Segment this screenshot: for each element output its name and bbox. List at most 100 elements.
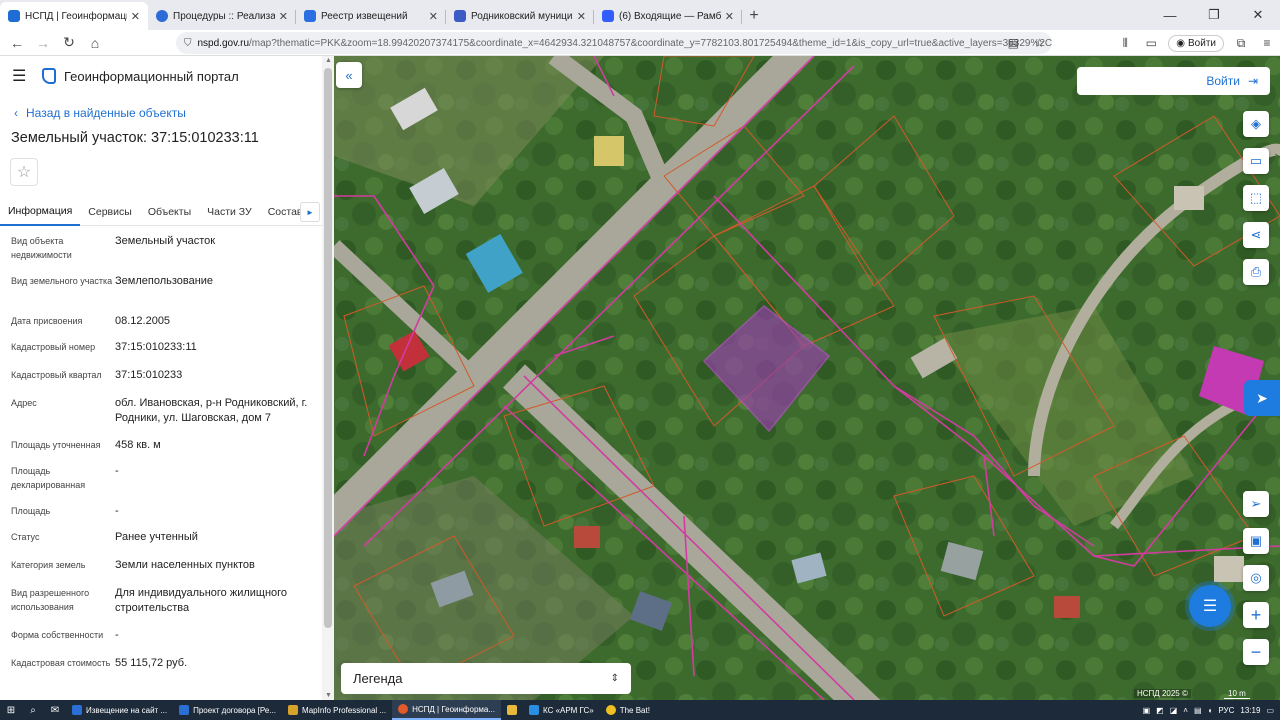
- back-to-results-link[interactable]: ‹ Назад в найденные объекты: [14, 106, 334, 120]
- new-tab-button[interactable]: +: [742, 2, 766, 30]
- tray-app-icon[interactable]: ◪: [1170, 706, 1178, 715]
- map-login-button[interactable]: Войти ⇥: [1077, 67, 1270, 95]
- clock[interactable]: 13:19: [1240, 706, 1260, 715]
- word-icon: [72, 705, 82, 715]
- taskbar-app[interactable]: Извещение на сайт ...: [66, 700, 173, 720]
- attribute-key: Площадь: [11, 506, 51, 516]
- chat-icon[interactable]: ☰: [1189, 585, 1231, 627]
- map-copyright: НСПД 2025 ©: [1134, 689, 1191, 698]
- tab-parts[interactable]: Части ЗУ: [199, 198, 260, 226]
- ruler-icon[interactable]: ▭: [1243, 148, 1269, 174]
- browser-tab[interactable]: (6) Входящие — Рамблер/поч ✕: [594, 2, 742, 30]
- browser-login-label: Войти: [1188, 37, 1216, 49]
- volume-icon[interactable]: ◖: [1208, 706, 1213, 715]
- tab-objects[interactable]: Объекты: [140, 198, 199, 226]
- tab-information[interactable]: Информация: [0, 198, 81, 226]
- legend-dropdown[interactable]: Легенда ⇕: [341, 663, 631, 694]
- taskbar-app[interactable]: КС «АРМ ГС»: [523, 700, 600, 720]
- hamburger-menu-icon[interactable]: ☰: [12, 66, 38, 86]
- taskbar-app[interactable]: Проект договора [Ре...: [173, 700, 282, 720]
- map-view[interactable]: « Войти ⇥ ◈ ▭ ⬚ ⋖ ⎙ ➤ ➢ ▣ ◎ + − ☰ Легенд…: [334, 56, 1280, 700]
- back-icon[interactable]: ←: [4, 30, 30, 56]
- taskbar-app[interactable]: [501, 700, 523, 720]
- minimap-icon[interactable]: ▣: [1243, 528, 1269, 554]
- taskbar-app[interactable]: НСПД | Геоинформа...: [392, 700, 502, 720]
- close-tab-icon[interactable]: ✕: [279, 10, 288, 23]
- geolocation-icon[interactable]: ◎: [1243, 565, 1269, 591]
- home-icon[interactable]: ⌂: [82, 30, 108, 56]
- taskbar-app-label: Извещение на сайт ...: [86, 705, 168, 715]
- close-tab-icon[interactable]: ✕: [429, 10, 438, 23]
- bookmark-star-icon[interactable]: ☆: [1026, 36, 1052, 50]
- tab-favicon-icon: [8, 10, 20, 22]
- print-icon[interactable]: ⎙: [1243, 259, 1269, 285]
- zoom-out-icon[interactable]: −: [1243, 639, 1269, 665]
- attribute-value: -: [115, 465, 119, 477]
- assistant-badge-icon[interactable]: ➤: [1244, 380, 1280, 416]
- chevron-up-down-icon: ⇕: [610, 673, 619, 684]
- forward-icon[interactable]: →: [30, 30, 56, 56]
- reader-view-icon[interactable]: ▤: [1000, 36, 1026, 50]
- close-tab-icon[interactable]: ✕: [725, 10, 734, 23]
- scrollbar-thumb[interactable]: [324, 68, 332, 628]
- taskbar-app-label: The Bat!: [619, 705, 650, 715]
- chevron-up-icon[interactable]: ˄: [1183, 706, 1188, 715]
- portal-title: Геоинформационный портал: [64, 68, 239, 84]
- restore-icon[interactable]: ❐: [1192, 0, 1236, 30]
- language-indicator[interactable]: РУС: [1218, 706, 1234, 715]
- locate-icon[interactable]: ➢: [1243, 491, 1269, 517]
- menu-icon[interactable]: ≡: [1254, 36, 1280, 50]
- panel-scrollbar[interactable]: ▲ ▼: [322, 56, 334, 700]
- attribute-value: -: [115, 629, 119, 641]
- browser-login-button[interactable]: ◉ Войти: [1168, 34, 1224, 52]
- tray-app-icon[interactable]: ▣: [1143, 706, 1151, 715]
- share-icon[interactable]: ⋖: [1243, 222, 1269, 248]
- firefox-icon: [398, 704, 409, 714]
- windows-start-icon[interactable]: ⊞: [0, 700, 22, 720]
- back-link-label: Назад в найденные объекты: [26, 106, 186, 120]
- minimize-icon[interactable]: —: [1148, 0, 1192, 30]
- notifications-icon[interactable]: ▭: [1266, 706, 1274, 715]
- tray-app-icon[interactable]: ◩: [1156, 706, 1164, 715]
- network-icon[interactable]: ▤: [1194, 706, 1202, 715]
- taskbar-app[interactable]: The Bat!: [600, 700, 656, 720]
- info-tabs: Информация Сервисы Объекты Части ЗУ Сост…: [0, 198, 322, 226]
- attribute-row: Кадастровая стоимость 55 115,72 руб.: [0, 656, 322, 686]
- thunderbird-icon[interactable]: ✉: [44, 700, 66, 720]
- browser-tab[interactable]: Родниковский муниципальн ✕: [446, 2, 594, 30]
- search-icon[interactable]: ⌕: [22, 700, 44, 720]
- scroll-up-icon[interactable]: ▲: [325, 57, 332, 64]
- zoom-in-icon[interactable]: +: [1243, 602, 1269, 628]
- windows-taskbar: ⊞ ⌕ ✉ Извещение на сайт ... Проект догов…: [0, 700, 1280, 720]
- url-input[interactable]: ⛉ nspd.gov.ru /map?thematic=PKK&zoom=18.…: [176, 32, 1052, 54]
- attribute-key: Кадастровая стоимость: [11, 658, 111, 668]
- tab-services[interactable]: Сервисы: [80, 198, 140, 226]
- url-host: nspd.gov.ru: [197, 37, 250, 49]
- scroll-down-icon[interactable]: ▼: [325, 692, 332, 699]
- taskbar-app[interactable]: MapInfo Professional ...: [282, 700, 392, 720]
- attribute-value: 08.12.2005: [115, 315, 171, 327]
- attribute-value: Земельный участок: [115, 235, 216, 247]
- map-scale: 10 m: [1224, 689, 1250, 699]
- attribute-list: Вид объекта недвижимости Земельный участ…: [0, 234, 322, 686]
- library-icon[interactable]: ⫴: [1112, 36, 1138, 51]
- favorite-star-icon[interactable]: ☆: [10, 158, 38, 186]
- close-tab-icon[interactable]: ✕: [131, 10, 140, 23]
- info-panel: ☰ Геоинформационный портал ‹ Назад в най…: [0, 56, 334, 700]
- attribute-row: Площадь -: [0, 504, 322, 530]
- browser-tab[interactable]: Процедуры :: Реализация гос ✕: [148, 2, 296, 30]
- shield-icon[interactable]: ⛉: [184, 38, 192, 49]
- browser-tab[interactable]: Реестр извещений ✕: [296, 2, 446, 30]
- reload-icon[interactable]: ↻: [56, 30, 82, 56]
- extensions-icon[interactable]: ⧉: [1228, 36, 1254, 51]
- tab-label: Процедуры :: Реализация гос: [173, 10, 275, 22]
- close-window-icon[interactable]: ✕: [1236, 0, 1280, 30]
- select-area-icon[interactable]: ⬚: [1243, 185, 1269, 211]
- attribute-row: Адрес обл. Ивановская, р-н Родниковский,…: [0, 396, 322, 438]
- browser-tab[interactable]: НСПД | Геоинформационный ✕: [0, 2, 148, 30]
- close-tab-icon[interactable]: ✕: [577, 10, 586, 23]
- layers-icon[interactable]: ◈: [1243, 111, 1269, 137]
- collapse-panel-button[interactable]: «: [336, 62, 362, 88]
- sidebar-icon[interactable]: ▭: [1138, 36, 1164, 50]
- tabs-scroll-right-icon[interactable]: ►: [300, 202, 320, 222]
